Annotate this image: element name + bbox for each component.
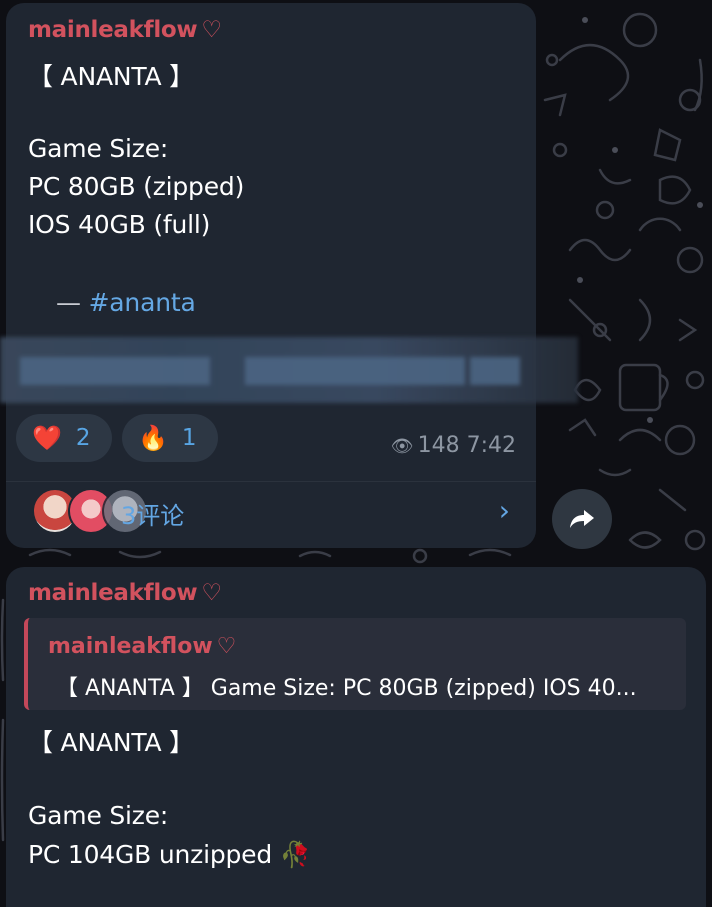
comments-label-text: 评论 [136,502,185,530]
quote-text: 【 ANANTA 】 Game Size: PC 80GB (zipped) I… [56,676,637,701]
message-time: 7:42 [466,433,516,458]
reaction-heart[interactable]: ❤️ 2 [16,414,112,462]
share-button[interactable] [552,489,612,549]
share-arrow-icon [570,510,594,528]
blurred-content [0,337,578,403]
sender-name[interactable]: mainleakflow ♡ [28,580,222,606]
eye-icon: 👁 [390,436,414,457]
reply-quote[interactable]: mainleakflow ♡ 【 ANANTA 】 Game Size: PC 8… [24,618,686,710]
message-line: Game Size: [28,134,169,163]
heart-icon: ❤️ [32,424,62,452]
wilted-rose-icon: 🥀 [279,840,311,869]
chevron-right-icon: › [498,494,510,527]
dash-separator: — [56,288,81,317]
message-meta: 👁 148 7:42 [391,433,516,458]
message-line: IOS 40GB (full) [28,210,211,239]
message-line: PC 80GB (zipped) [28,172,245,201]
comments-count: 3 [121,502,137,530]
quote-sender: mainleakflow ♡ [48,634,236,659]
sender-name[interactable]: mainleakflow ♡ [28,17,222,43]
reaction-count: 1 [181,425,197,451]
message-title: 【 ANANTA 】 [28,728,194,757]
message-line: PC 104GB unzipped 🥀 [28,840,311,870]
sender-name-text: mainleakflow [28,580,198,606]
reaction-fire[interactable]: 🔥 1 [122,414,218,462]
fire-icon: 🔥 [138,424,168,452]
comments-label: 3评论 [121,496,184,531]
heart-outline-icon: ♡ [201,580,222,606]
message-bubble-1[interactable]: mainleakflow ♡ 【 ANANTA 】 Game Size: PC 8… [6,3,536,548]
heart-outline-icon: ♡ [201,17,222,43]
reaction-count: 2 [75,425,91,451]
view-count: 148 [417,433,460,458]
quote-sender-text: mainleakflow [48,634,213,659]
hashtag-link[interactable]: #ananta [89,288,196,317]
message-title: 【 ANANTA 】 [28,62,194,91]
heart-outline-icon: ♡ [216,634,237,659]
hashtag-line: — #ananta [56,288,196,317]
sender-name-text: mainleakflow [28,17,198,43]
comments-button[interactable]: 3评论 › [6,481,536,544]
message-line: Game Size: [28,801,169,830]
message-line-text: PC 104GB unzipped [28,840,273,869]
